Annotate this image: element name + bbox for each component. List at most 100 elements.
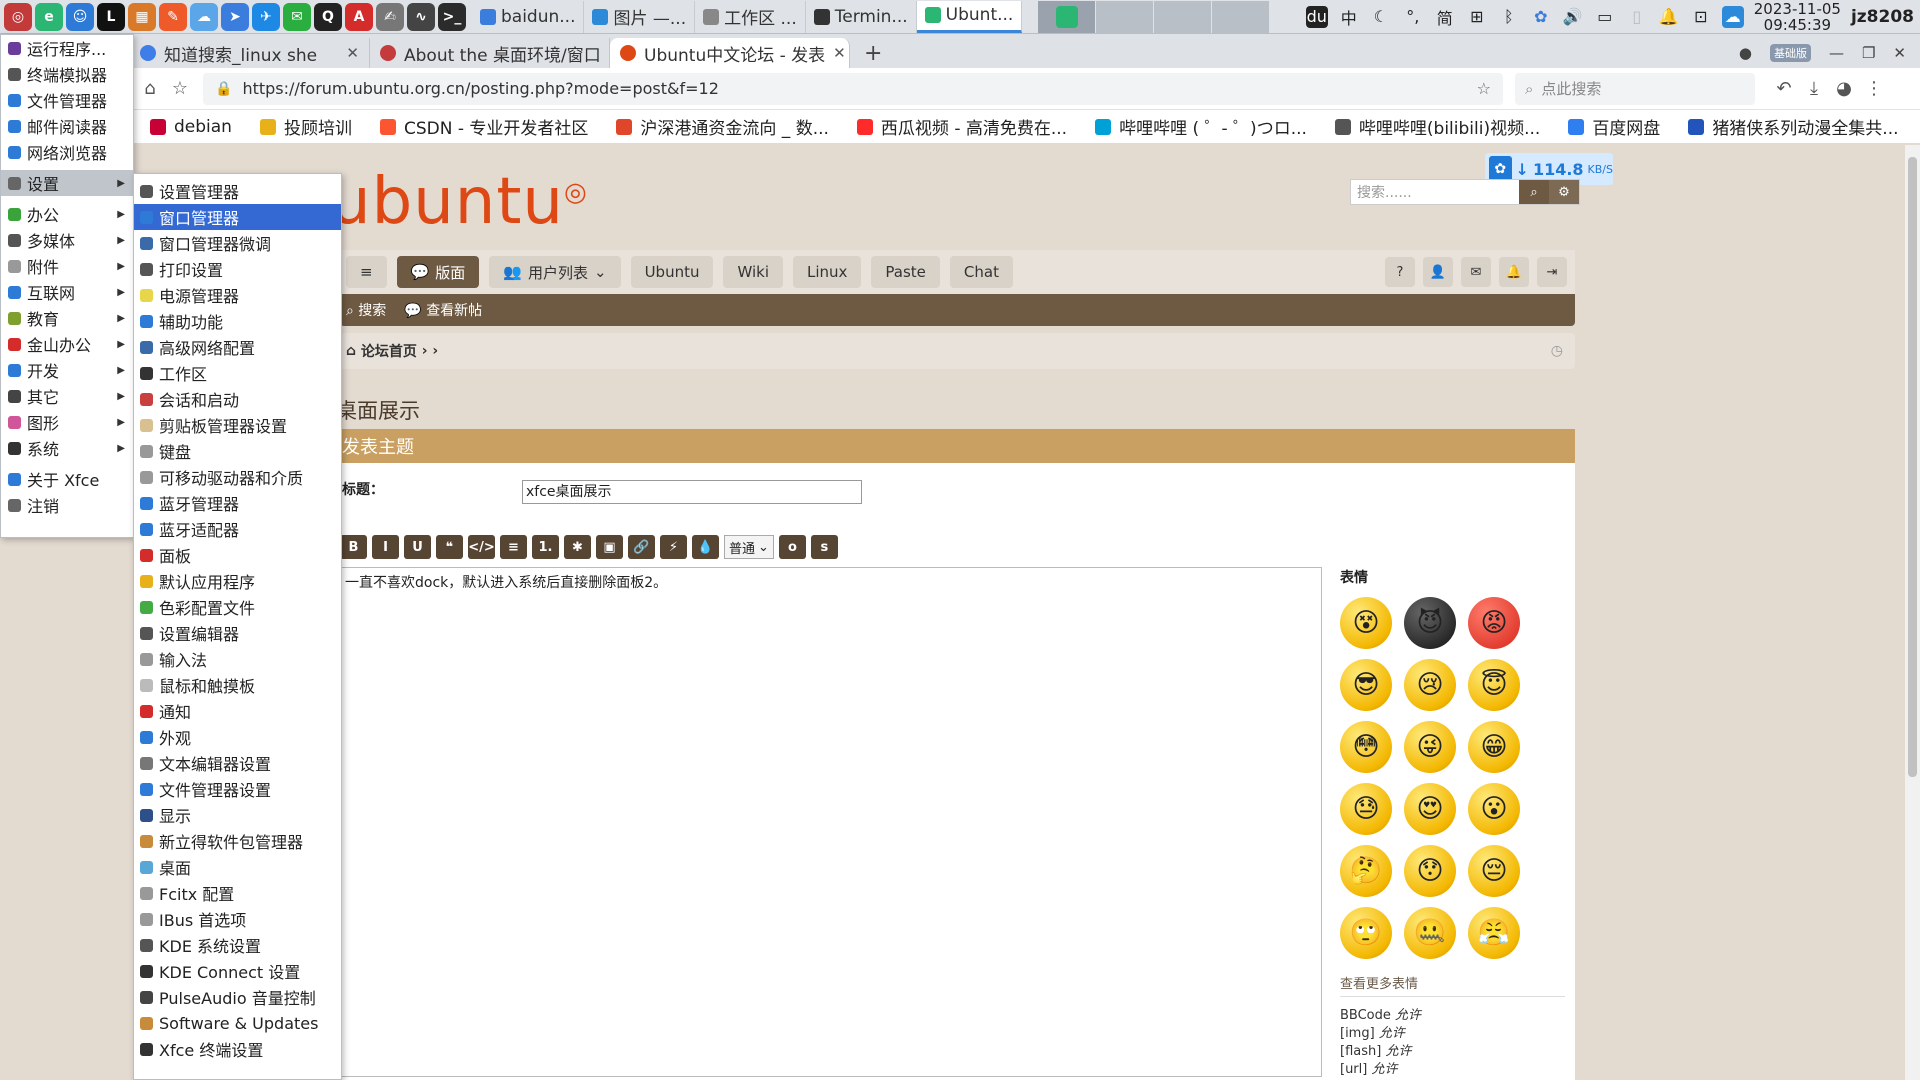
terminal-launcher-icon[interactable]: >_ xyxy=(438,2,466,31)
forum-title[interactable]: 桌面展示 xyxy=(336,395,420,425)
settings-submenu-item[interactable]: 设置编辑器 xyxy=(134,620,341,646)
restore-icon[interactable]: ❐ xyxy=(1862,44,1875,62)
feishu-icon[interactable]: ➤ xyxy=(221,2,249,31)
smiley-icon[interactable]: 😎 xyxy=(1340,659,1392,711)
bbcode-button[interactable]: B xyxy=(340,535,367,559)
subnav-new-posts[interactable]: 💬 查看新帖 xyxy=(404,300,482,320)
settings-submenu-item[interactable]: 辅助功能 xyxy=(134,308,341,334)
more-smilies-link[interactable]: 查看更多表情 xyxy=(1340,973,1565,997)
bbcode-tag[interactable]: [flash] xyxy=(1340,1044,1381,1059)
app-menu-category[interactable]: 图形 ▶ xyxy=(1,409,133,435)
profile-dropdown-icon[interactable]: ● xyxy=(1739,44,1752,62)
nav-ubuntu[interactable]: Ubuntu xyxy=(630,256,714,288)
smiley-icon[interactable]: 😜 xyxy=(1404,721,1456,773)
monitor-icon[interactable]: ∿ xyxy=(407,2,435,31)
bookmark-item[interactable]: 哔哩哔哩 ( ゜- ゜)つロ... xyxy=(1095,114,1307,139)
tab-close-icon[interactable]: ✕ xyxy=(833,44,846,62)
nav-memberlist[interactable]: 👥 用户列表 ⌄ xyxy=(489,256,621,288)
debian-menu-icon[interactable]: ◎ xyxy=(4,2,32,31)
bluetooth-icon[interactable]: ᛒ xyxy=(1498,6,1520,28)
app-menu-category[interactable]: 教育 ▶ xyxy=(1,305,133,331)
orange-app-icon[interactable]: ✎ xyxy=(159,2,187,31)
taskbar-item[interactable]: 工作区 ... xyxy=(695,0,806,33)
bookmark-item[interactable]: 西瓜视频 - 高清免费在... xyxy=(856,114,1067,139)
bbcode-button[interactable]: s xyxy=(810,535,838,559)
notification-bell-icon[interactable]: 🔔 xyxy=(1658,6,1680,28)
username[interactable]: jz8208 xyxy=(1851,7,1914,27)
smiley-icon[interactable]: 😤 xyxy=(1468,907,1520,959)
smiley-icon[interactable]: 😮 xyxy=(1468,783,1520,835)
smiley-icon[interactable]: 🙄 xyxy=(1340,907,1392,959)
avatar[interactable]: ◕ xyxy=(1829,74,1859,104)
bookmark-item[interactable]: debian xyxy=(150,117,232,137)
bookmark-star-icon[interactable]: ☆ xyxy=(165,74,195,104)
volume-icon[interactable]: 🔊 xyxy=(1562,6,1584,28)
smiley-icon[interactable]: 😯 xyxy=(1404,845,1456,897)
browser-search-box[interactable]: ⌕ 点此搜索 xyxy=(1515,72,1755,105)
address-bar[interactable]: 🔒 https://forum.ubuntu.org.cn/posting.ph… xyxy=(203,72,1503,105)
bbcode-tag[interactable]: [img] xyxy=(1340,1026,1375,1041)
ime-mode[interactable]: 中 xyxy=(1338,6,1360,28)
settings-submenu-item[interactable]: 桌面 xyxy=(134,854,341,880)
bell-icon[interactable]: 🔔 xyxy=(1499,257,1529,287)
l-app-launcher-icon[interactable]: L xyxy=(97,2,125,31)
settings-submenu-item[interactable]: 设置管理器 xyxy=(134,178,341,204)
bookmark-item[interactable]: 投顾培训 xyxy=(259,114,352,139)
favorite-icon[interactable]: ☆ xyxy=(1477,79,1491,98)
breadcrumb-home[interactable]: 论坛首页 xyxy=(361,341,417,361)
screenshot-icon[interactable]: ⊡ xyxy=(1690,6,1712,28)
forum-search[interactable]: 搜索...... ⌕ ⚙ xyxy=(1350,179,1580,205)
settings-submenu-item[interactable]: 窗口管理器 xyxy=(134,204,341,230)
cloud-drive-icon[interactable]: ☁ xyxy=(190,2,218,31)
bbcode-tag[interactable]: BBCode xyxy=(1340,1008,1391,1023)
smiley-icon[interactable]: 😳 xyxy=(1340,721,1392,773)
smiley-icon[interactable]: 😢 xyxy=(1404,659,1456,711)
moon-icon[interactable]: ☾ xyxy=(1370,6,1392,28)
settings-submenu-item[interactable]: 鼠标和触摸板 xyxy=(134,672,341,698)
scrollbar-thumb[interactable] xyxy=(1908,157,1917,777)
finder-launcher-icon[interactable]: ☺ xyxy=(66,2,94,31)
forum-search-button[interactable]: ⌕ xyxy=(1519,180,1549,204)
settings-submenu-item[interactable]: IBus 首选项 xyxy=(134,906,341,932)
settings-submenu-item[interactable]: 面板 xyxy=(134,542,341,568)
pdf-icon[interactable]: A xyxy=(345,2,373,31)
bbcode-button[interactable]: o xyxy=(778,535,806,559)
subject-input[interactable]: xfce桌面展示 xyxy=(522,480,862,504)
app-menu-category[interactable]: 附件 ▶ xyxy=(1,253,133,279)
close-window-icon[interactable]: ✕ xyxy=(1893,44,1906,62)
app-menu-item[interactable]: 网络浏览器 xyxy=(1,139,133,165)
taskbar-item[interactable]: Termin... xyxy=(806,0,917,33)
bbcode-button[interactable]: 💧 xyxy=(692,535,719,559)
settings-submenu-item[interactable]: 窗口管理器微调 xyxy=(134,230,341,256)
bbcode-button[interactable]: ▣ xyxy=(596,535,623,559)
app-menu-item[interactable]: 运行程序... xyxy=(1,35,133,61)
settings-submenu-item[interactable]: KDE Connect 设置 xyxy=(134,958,341,984)
app-menu-item[interactable]: 邮件阅读器 xyxy=(1,113,133,139)
workspace-2[interactable] xyxy=(1096,0,1155,33)
browser-tab[interactable]: Ubuntu中文论坛 - 发表 ✕ xyxy=(610,38,850,68)
version-badge[interactable]: 基础版 xyxy=(1769,44,1811,62)
bookmark-item[interactable]: 哔哩哔哩(bilibili)视频... xyxy=(1334,114,1540,139)
settings-submenu-item[interactable]: 高级网络配置 xyxy=(134,334,341,360)
bookmark-item[interactable]: 百度网盘 xyxy=(1568,114,1660,139)
home-icon[interactable]: ⌂ xyxy=(135,74,165,104)
advanced-search-gear-icon[interactable]: ⚙ xyxy=(1549,180,1579,204)
settings-submenu-item[interactable]: Xfce 终端设置 xyxy=(134,1036,341,1062)
clock[interactable]: 2023-11-05 09:45:39 xyxy=(1754,1,1841,33)
weather-icon[interactable]: ☁ xyxy=(1721,5,1744,28)
app-menu-item[interactable]: 关于 Xfce xyxy=(1,466,133,492)
app-menu-category[interactable]: 办公 ▶ xyxy=(1,201,133,227)
taskbar-item[interactable]: baidun... xyxy=(472,0,585,33)
nav-board[interactable]: 💬 版面 xyxy=(396,256,480,288)
media-launcher-icon[interactable]: ▦ xyxy=(128,2,156,31)
bbcode-button[interactable]: ✱ xyxy=(564,535,591,559)
bbcode-tag[interactable]: [url] xyxy=(1340,1062,1367,1077)
settings-submenu-item[interactable]: 外观 xyxy=(134,724,341,750)
grid-icon[interactable]: ⊞ xyxy=(1466,6,1488,28)
app-menu-category[interactable]: 互联网 ▶ xyxy=(1,279,133,305)
smiley-icon[interactable]: 😔 xyxy=(1468,845,1520,897)
bbcode-button[interactable]: 🔗 xyxy=(628,535,655,559)
settings-submenu-item[interactable]: Fcitx 配置 xyxy=(134,880,341,906)
browser-tab[interactable]: About the 桌面环境/窗口✕ xyxy=(370,38,610,68)
settings-submenu-item[interactable]: Software & Updates xyxy=(134,1010,341,1036)
